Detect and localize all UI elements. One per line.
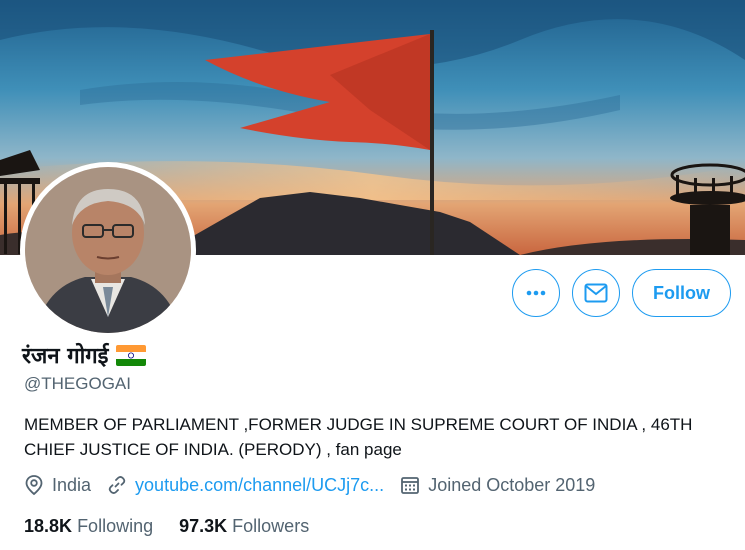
followers-stat[interactable]: 97.3K Followers <box>179 516 309 537</box>
ellipsis-icon <box>526 290 546 296</box>
website-link[interactable]: youtube.com/channel/UCJj7c... <box>135 475 384 496</box>
profile-meta: India youtube.com/channel/UCJj7c... Join… <box>24 474 611 496</box>
location-item: India <box>24 474 91 496</box>
follow-button[interactable]: Follow <box>632 269 731 317</box>
following-stat[interactable]: 18.8K Following <box>24 516 153 537</box>
link-icon <box>108 476 126 494</box>
name-row: रंजन गोगई <box>22 340 147 370</box>
joined-date: Joined October 2019 <box>428 474 596 495</box>
avatar-image <box>25 167 191 333</box>
website-item: youtube.com/channel/UCJj7c... <box>107 475 384 496</box>
joined-item: Joined October 2019 <box>400 475 595 496</box>
location-pin-icon <box>25 475 43 496</box>
followers-count: 97.3K <box>179 516 228 536</box>
profile-bio: MEMBER OF PARLIAMENT ,FORMER JUDGE IN SU… <box>24 415 693 459</box>
message-button[interactable] <box>572 269 620 317</box>
profile-stats: 18.8K Following 97.3K Followers <box>24 516 335 537</box>
india-flag-icon <box>116 344 147 366</box>
calendar-icon <box>401 477 420 494</box>
avatar-frame[interactable] <box>20 162 196 338</box>
more-options-button[interactable] <box>512 269 560 317</box>
followers-label: Followers <box>232 516 310 536</box>
location-text: India <box>52 474 92 495</box>
following-label: Following <box>77 516 154 536</box>
avatar[interactable] <box>25 167 191 333</box>
user-handle: @THEGOGAI <box>24 374 131 393</box>
display-name: रंजन गोगई <box>22 344 109 369</box>
following-count: 18.8K <box>24 516 73 536</box>
envelope-icon <box>584 283 608 303</box>
